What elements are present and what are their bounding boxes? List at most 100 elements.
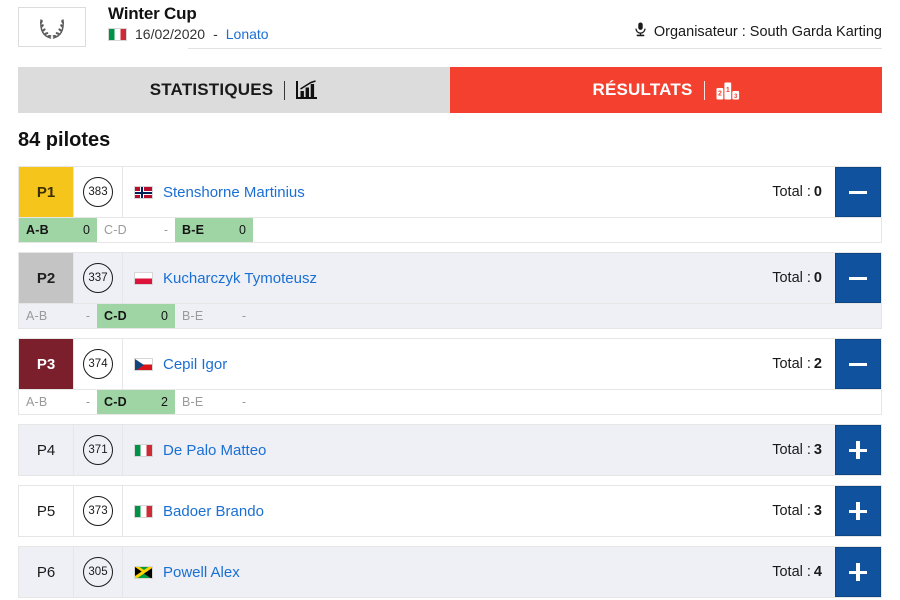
total-points: Total :0	[772, 253, 835, 303]
total-label: Total :	[772, 442, 811, 458]
session-cell: A-B -	[19, 304, 97, 328]
result-row-main: P2 337 Kucharczyk Tymoteusz Total :0	[18, 252, 882, 304]
flag-norway-icon	[134, 185, 153, 199]
driver-cell: Badoer Brando	[123, 486, 772, 536]
kart-number: 337	[83, 263, 113, 293]
flag-italy-icon	[134, 443, 153, 457]
collapse-button[interactable]	[835, 253, 881, 303]
position-badge: P6	[36, 563, 56, 581]
results-list: P1 383 Stenshorne Martinius Total :0 A-B 0 C-D…	[18, 166, 882, 598]
kart-number: 383	[83, 177, 113, 207]
tab-statistiques[interactable]: STATISTIQUES	[18, 67, 450, 113]
laurel-wreath-icon	[37, 13, 67, 41]
expand-button[interactable]	[835, 486, 881, 536]
session-key: A-B	[26, 309, 48, 323]
flag-poland-icon	[134, 271, 153, 285]
session-cell: A-B 0	[19, 218, 97, 242]
session-cell: B-E 0	[175, 218, 253, 242]
page-title: Winter Cup	[108, 4, 197, 23]
flag-italy-icon	[108, 27, 127, 41]
kart-number-cell: 305	[73, 547, 123, 597]
total-label: Total :	[772, 270, 811, 286]
driver-cell: De Palo Matteo	[123, 425, 772, 475]
session-results-row: A-B - C-D 0 B-E -	[18, 304, 882, 329]
driver-name-link[interactable]: De Palo Matteo	[163, 442, 266, 459]
kart-number-cell: 337	[73, 253, 123, 303]
kart-number-cell: 374	[73, 339, 123, 389]
organiser-info: Organisateur : South Garda Karting	[634, 22, 882, 41]
flag-jamaica-icon	[134, 565, 153, 579]
kart-number-cell: 383	[73, 167, 123, 217]
session-key: C-D	[104, 395, 127, 409]
session-key: B-E	[182, 395, 204, 409]
minus-icon	[849, 269, 867, 287]
kart-number-cell: 371	[73, 425, 123, 475]
driver-cell: Cepil Igor	[123, 339, 772, 389]
pilot-count-heading: 84 pilotes	[18, 129, 111, 151]
total-points: Total :3	[772, 486, 835, 536]
session-key: B-E	[182, 223, 205, 237]
session-cell: C-D 2	[97, 390, 175, 414]
result-row: P1 383 Stenshorne Martinius Total :0 A-B 0 C-D…	[18, 166, 882, 243]
organiser-label: Organisateur : South Garda Karting	[653, 23, 882, 40]
event-city-link[interactable]: Lonato	[226, 26, 269, 42]
position-badge: P4	[36, 441, 56, 459]
tab-resultats-label: RÉSULTATS	[592, 80, 693, 99]
event-logo	[18, 7, 86, 47]
total-points: Total :2	[772, 339, 835, 389]
driver-name-link[interactable]: Cepil Igor	[163, 356, 227, 373]
total-value: 3	[813, 442, 822, 458]
collapse-button[interactable]	[835, 339, 881, 389]
plus-icon	[849, 502, 867, 520]
position-badge: P1	[19, 167, 73, 217]
result-row: P4 371 De Palo Matteo Total :3	[18, 424, 882, 476]
result-row-main: P3 374 Cepil Igor Total :2	[18, 338, 882, 390]
total-points: Total :3	[772, 425, 835, 475]
kart-number: 371	[83, 435, 113, 465]
collapse-button[interactable]	[835, 167, 881, 217]
tab-separator	[284, 80, 286, 100]
tab-resultats[interactable]: RÉSULTATS 2 1 3	[450, 67, 882, 113]
total-label: Total :	[772, 184, 811, 200]
session-value: 2	[161, 395, 168, 409]
session-cell: C-D -	[97, 218, 175, 242]
total-points: Total :4	[772, 547, 835, 597]
main-tabs: STATISTIQUES RÉSULTATS 2 1 3	[18, 67, 882, 113]
driver-cell: Kucharczyk Tymoteusz	[123, 253, 772, 303]
session-value: -	[241, 395, 246, 409]
svg-text:2: 2	[717, 91, 721, 98]
expand-button[interactable]	[835, 547, 881, 597]
total-points: Total :0	[772, 167, 835, 217]
event-date: 16/02/2020	[135, 26, 206, 42]
minus-icon	[849, 183, 867, 201]
total-value: 4	[813, 564, 822, 580]
driver-cell: Powell Alex	[123, 547, 772, 597]
position-badge: P5	[36, 502, 56, 520]
flag-czech-icon	[134, 357, 153, 371]
driver-name-link[interactable]: Stenshorne Martinius	[163, 184, 305, 201]
plus-icon	[849, 441, 867, 459]
driver-name-link[interactable]: Powell Alex	[163, 564, 240, 581]
session-key: A-B	[26, 223, 49, 237]
session-key: C-D	[104, 309, 127, 323]
total-value: 0	[813, 184, 822, 200]
result-row-main: P6 305 Powell Alex Total :4	[18, 546, 882, 598]
driver-name-link[interactable]: Badoer Brando	[163, 503, 264, 520]
expand-button[interactable]	[835, 425, 881, 475]
event-info: Winter Cup 16/02/2020 - Lonato	[108, 4, 634, 42]
session-cell: B-E -	[175, 304, 253, 328]
result-row: P3 374 Cepil Igor Total :2 A-B - C-D 2 B-E -	[18, 338, 882, 415]
session-value: 0	[161, 309, 168, 323]
driver-name-link[interactable]: Kucharczyk Tymoteusz	[163, 270, 317, 287]
session-key: C-D	[104, 223, 127, 237]
microphone-icon	[634, 22, 647, 41]
svg-text:1: 1	[725, 87, 729, 94]
plus-icon	[849, 563, 867, 581]
position-badge: P2	[19, 253, 73, 303]
total-label: Total :	[772, 503, 811, 519]
header-divider	[188, 48, 882, 49]
session-value: -	[85, 395, 90, 409]
total-value: 2	[813, 356, 822, 372]
event-meta: 16/02/2020 - Lonato	[108, 26, 634, 42]
session-key: A-B	[26, 395, 48, 409]
